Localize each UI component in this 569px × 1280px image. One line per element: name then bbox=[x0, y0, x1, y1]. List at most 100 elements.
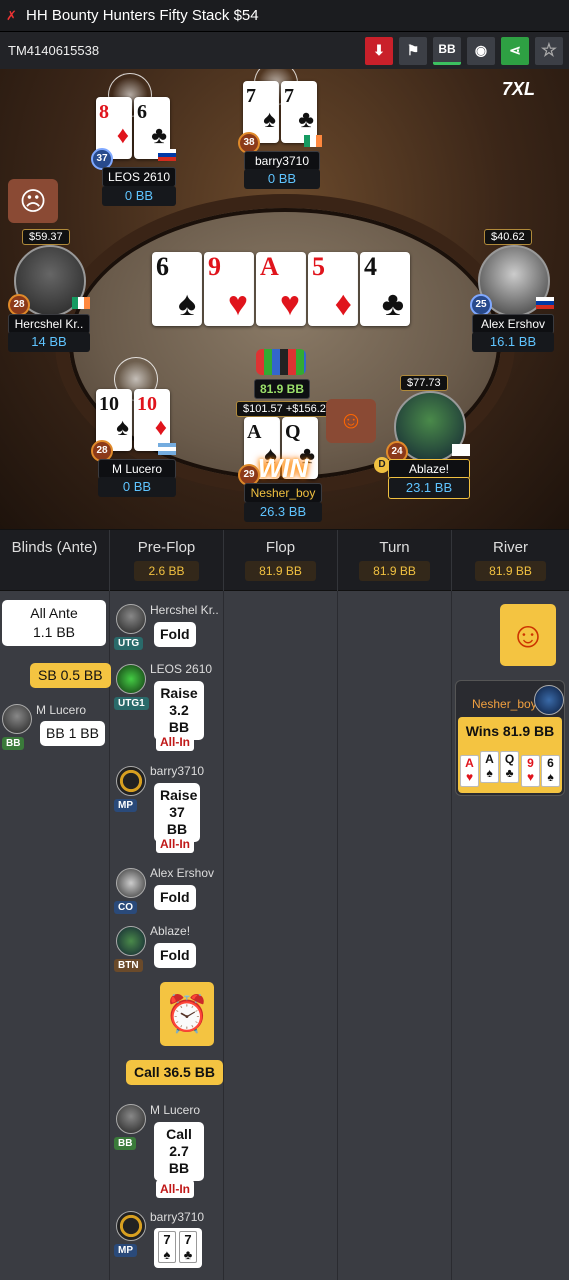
board-card-1: 6 ♠ bbox=[152, 252, 202, 326]
winner-result-box: Wins 81.9 BB A ♥ A ♠ Q ♣ 9 ♥ 6 ♠ bbox=[458, 717, 562, 793]
share-icon[interactable]: ⋖ bbox=[501, 36, 529, 65]
action-bubble: Fold bbox=[154, 943, 196, 968]
flag-icon[interactable]: ⚑ bbox=[399, 36, 427, 65]
alex-level-badge: 25 bbox=[470, 294, 492, 316]
shown-cards: 7 ♠ 7 ♣ bbox=[154, 1228, 202, 1268]
street-blinds[interactable]: Blinds (Ante) bbox=[0, 530, 110, 592]
position-badge: BB bbox=[114, 1137, 137, 1150]
street-river[interactable]: River 81.9 BB bbox=[452, 530, 569, 592]
alex-stack: 16.1 BB bbox=[472, 332, 554, 352]
position-badge: MP bbox=[114, 1244, 137, 1257]
ablaze-bounty: $77.73 bbox=[400, 375, 448, 391]
leos-name: LEOS 2610 bbox=[102, 167, 176, 187]
angry-emoji-icon[interactable]: ☹ bbox=[8, 179, 58, 223]
bb-toggle-button[interactable]: BB bbox=[433, 36, 461, 65]
fire-face-emoji-icon: ☺ bbox=[500, 604, 556, 666]
action-player-name: Hercshel Kr.. bbox=[150, 603, 219, 617]
fire-emoji-icon[interactable]: ☺ bbox=[326, 399, 376, 443]
position-badge: CO bbox=[114, 901, 137, 914]
lucero-avatar-small bbox=[116, 1104, 146, 1134]
ablaze-name: Ablaze! bbox=[388, 459, 470, 479]
action-player-name: LEOS 2610 bbox=[150, 662, 213, 676]
call-bubble: Call 36.5 BB bbox=[126, 1060, 223, 1085]
ablaze-stack: 23.1 BB bbox=[388, 477, 470, 499]
allin-badge: All-In bbox=[156, 835, 194, 853]
alarm-clock-icon: ⏰ bbox=[160, 982, 214, 1046]
download-icon[interactable]: ⬇ bbox=[365, 36, 393, 65]
action-player-name: Ablaze! bbox=[150, 924, 191, 938]
action-player-name: barry3710 bbox=[150, 764, 205, 778]
barry-card-2: 7 ♣ bbox=[281, 81, 317, 143]
poker-table: 7XL 8 ♦ 6 ♣ 37 LEOS 2610 0 BB 7 ♠ 7 ♣ 38 bar… bbox=[0, 69, 569, 529]
alex-bounty: $40.62 bbox=[484, 229, 532, 245]
sb-bubble: SB 0.5 BB bbox=[30, 663, 111, 688]
nesher-stack: 26.3 BB bbox=[244, 502, 322, 522]
star-icon[interactable]: ☆ bbox=[535, 36, 563, 65]
barry-stack: 0 BB bbox=[244, 169, 320, 189]
leos-stack: 0 BB bbox=[102, 186, 176, 206]
turn-column bbox=[338, 591, 452, 1280]
hercshel-bounty: $59.37 bbox=[22, 229, 70, 245]
horseshoe-avatar-icon bbox=[116, 766, 146, 796]
hand-id: TM4140615538 bbox=[8, 43, 100, 58]
cyprus-flag-icon bbox=[452, 444, 470, 456]
street-flop[interactable]: Flop 81.9 BB bbox=[224, 530, 338, 592]
hercshel-stack: 14 BB bbox=[8, 332, 90, 352]
incognito-icon[interactable]: ◉ bbox=[467, 36, 495, 65]
russia-flag-icon bbox=[158, 149, 176, 161]
winner-card: A ♥ bbox=[460, 755, 479, 787]
flop-column bbox=[224, 591, 338, 1280]
argentina-flag-icon bbox=[158, 443, 176, 455]
nesher-name: Nesher_boy bbox=[244, 483, 322, 503]
title-bar: ✗ HH Bounty Hunters Fifty Stack $54 bbox=[0, 0, 569, 32]
position-badge: BB bbox=[2, 737, 25, 750]
crossed-swords-icon: ✗ bbox=[6, 7, 17, 23]
winner-card: 6 ♠ bbox=[541, 755, 560, 787]
ireland-flag-icon bbox=[72, 297, 90, 309]
board-card-5: 4 ♣ bbox=[360, 252, 410, 326]
ante-box: All Ante 1.1 BB bbox=[2, 600, 106, 646]
blinds-column bbox=[0, 591, 110, 1280]
alex-name: Alex Ershov bbox=[472, 314, 554, 334]
hercshel-avatar-small bbox=[116, 604, 146, 634]
allin-badge: All-In bbox=[156, 1180, 194, 1198]
nesher-bounty: $101.57 +$156.26 bbox=[236, 401, 340, 417]
board-card-3: A ♥ bbox=[256, 252, 306, 326]
clover-avatar-icon bbox=[116, 664, 146, 694]
shown-card: 7 ♣ bbox=[179, 1231, 197, 1263]
action-bubble: Raise 3.2 BB bbox=[154, 681, 204, 740]
winner-card: Q ♣ bbox=[500, 751, 519, 783]
board-card-4: 5 ♦ bbox=[308, 252, 358, 326]
toolbar: TM4140615538 ⬇ ⚑ BB ◉ ⋖ ☆ bbox=[0, 32, 569, 69]
action-player-name: M Lucero bbox=[150, 1103, 201, 1117]
street-preflop[interactable]: Pre-Flop 2.6 BB bbox=[110, 530, 224, 592]
position-badge: MP bbox=[114, 799, 137, 812]
bb-action-bubble: BB 1 BB bbox=[40, 721, 105, 746]
nesher-avatar-small bbox=[534, 685, 564, 715]
pot-amount: 81.9 BB bbox=[254, 379, 310, 399]
hercshel-name: Hercshel Kr.. bbox=[8, 314, 90, 334]
action-bubble: Call 2.7 BB bbox=[154, 1122, 204, 1181]
position-badge: UTG bbox=[114, 637, 144, 650]
position-badge: BTN bbox=[114, 959, 143, 972]
page-title: HH Bounty Hunters Fifty Stack $54 bbox=[26, 7, 259, 24]
lucero-stack: 0 BB bbox=[98, 477, 176, 497]
hercshel-level-badge: 28 bbox=[8, 294, 30, 316]
action-bubble: Raise 37 BB bbox=[154, 783, 200, 842]
chip-stack-icon bbox=[256, 349, 306, 375]
barry-name: barry3710 bbox=[244, 151, 320, 171]
street-turn[interactable]: Turn 81.9 BB bbox=[338, 530, 452, 592]
horseshoe-avatar-icon bbox=[116, 1211, 146, 1241]
winner-name: Nesher_boy bbox=[472, 697, 537, 711]
winner-result: Wins 81.9 BB bbox=[465, 723, 555, 739]
russia-flag-icon bbox=[536, 297, 554, 309]
board-card-2: 9 ♥ bbox=[204, 252, 254, 326]
position-badge: UTG1 bbox=[114, 697, 149, 710]
lucero-avatar bbox=[2, 704, 32, 734]
ablaze-avatar-small bbox=[116, 926, 146, 956]
site-logo: 7XL bbox=[502, 79, 536, 99]
winner-card: 9 ♥ bbox=[521, 755, 540, 787]
alex-avatar-small bbox=[116, 868, 146, 898]
allin-badge: All-In bbox=[156, 733, 194, 751]
action-bubble: Fold bbox=[154, 885, 196, 910]
